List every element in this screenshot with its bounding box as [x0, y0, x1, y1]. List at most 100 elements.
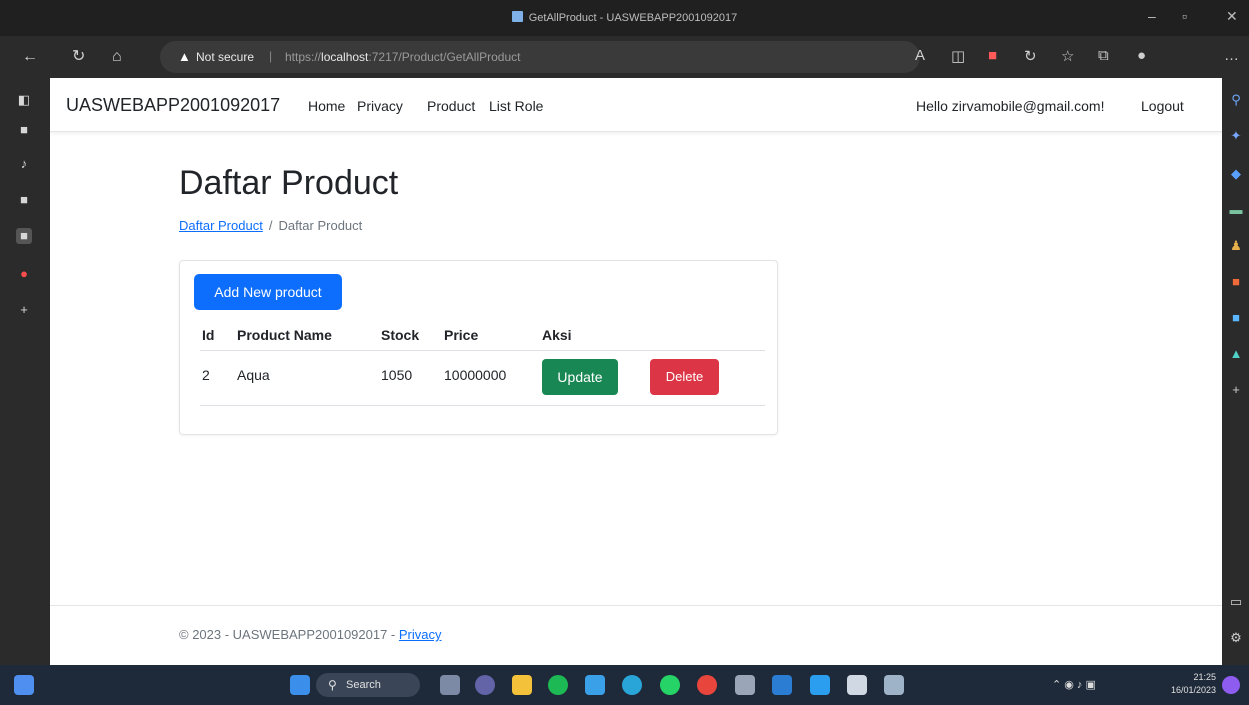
window-title: GetAllProduct - UASWEBAPP2001092017: [0, 11, 1249, 24]
system-tray[interactable]: ⌃ ◉ ♪ ▣: [1052, 678, 1096, 691]
profile-avatar-icon[interactable]: ●: [1137, 47, 1146, 64]
nav-link-list-role[interactable]: List Role: [489, 98, 543, 114]
page-title: Daftar Product: [179, 164, 399, 202]
page-favicon-icon: [511, 11, 523, 22]
edge-sidebar: ⚲ ✦ ◆ ▬ ♟ ■ ■ ▲ + ▭ ⚙: [1222, 78, 1249, 665]
taskbar-search[interactable]: ⚲ Search: [316, 673, 420, 697]
address-separator: |: [269, 49, 273, 63]
tab-page-icon[interactable]: ■: [16, 192, 32, 208]
whatsapp-icon[interactable]: [660, 675, 680, 695]
url-text[interactable]: https://localhost:7217/Product/GetAllPro…: [285, 50, 521, 64]
table-row-divider: [200, 405, 765, 406]
taskbar-clock[interactable]: 21:25 16/01/2023: [1166, 671, 1216, 697]
breadcrumb-separator: /: [268, 218, 273, 233]
chrome-icon[interactable]: [697, 675, 717, 695]
clock-time: 21:25: [1193, 672, 1216, 682]
breadcrumb-link[interactable]: Daftar Product: [179, 218, 263, 233]
hide-sidebar-icon[interactable]: ▭: [1228, 594, 1244, 610]
logout-button[interactable]: Logout: [1141, 98, 1184, 114]
column-header-id: Id: [202, 327, 215, 343]
task-view-icon[interactable]: [440, 675, 460, 695]
favorites-icon[interactable]: ☆: [1061, 47, 1074, 65]
brand-link[interactable]: UASWEBAPP2001092017: [66, 95, 280, 116]
vscode-icon[interactable]: [810, 675, 830, 695]
web-page: UASWEBAPP2001092017 Home Privacy Product…: [50, 78, 1222, 665]
tools-icon[interactable]: ▬: [1228, 202, 1244, 217]
column-header-product-name: Product Name: [237, 327, 332, 343]
edge-icon[interactable]: [622, 675, 642, 695]
new-tab-icon[interactable]: +: [16, 302, 32, 318]
settings-gear-icon[interactable]: ⚙: [1228, 630, 1244, 646]
browser-toolbar: ← ↻ ⌂ ▲ Not secure | https://localhost:7…: [0, 36, 1249, 78]
address-bar[interactable]: ▲ Not secure | https://localhost:7217/Pr…: [160, 41, 920, 73]
user-greeting-link[interactable]: Hello zirvamobile@gmail.com!: [916, 98, 1105, 114]
back-icon[interactable]: ←: [22, 47, 38, 67]
collections-icon[interactable]: ⧉: [1098, 47, 1109, 64]
copilot-icon[interactable]: ✦: [1228, 128, 1244, 144]
outlook-icon[interactable]: ■: [1228, 310, 1244, 325]
games-icon[interactable]: ♟: [1228, 238, 1244, 254]
app-icon[interactable]: [847, 675, 867, 695]
cell-stock: 1050: [381, 367, 413, 383]
column-header-stock: Stock: [381, 327, 420, 343]
nav-link-product[interactable]: Product: [427, 98, 475, 114]
search-icon[interactable]: ⚲: [1228, 92, 1244, 108]
taskbar-search-label: Search: [346, 679, 381, 691]
close-icon[interactable]: ✕: [1226, 8, 1238, 25]
office-icon[interactable]: ■: [1228, 274, 1244, 289]
drop-icon[interactable]: ▲: [1228, 346, 1244, 361]
add-new-product-button[interactable]: Add New product: [194, 274, 342, 310]
tab-page-icon[interactable]: ■: [16, 122, 32, 138]
page-footer: © 2023 - UASWEBAPP2001092017 - Privacy: [50, 605, 1222, 665]
spotify-icon[interactable]: [548, 675, 568, 695]
search-icon: ⚲: [328, 678, 337, 692]
tab-icon[interactable]: ◫: [951, 47, 965, 65]
footer-text: © 2023 - UASWEBAPP2001092017 - Privacy: [179, 627, 442, 642]
column-header-aksi: Aksi: [542, 327, 572, 343]
home-icon[interactable]: ⌂: [112, 47, 122, 67]
minimize-icon[interactable]: –: [1148, 8, 1156, 24]
column-header-price: Price: [444, 327, 479, 343]
app-icon[interactable]: [735, 675, 755, 695]
update-button[interactable]: Update: [542, 359, 618, 395]
read-aloud-icon[interactable]: A: [915, 47, 925, 64]
refresh-extension-icon[interactable]: ↻: [1024, 47, 1037, 65]
breadcrumb-current: Daftar Product: [278, 218, 363, 233]
notepad-icon[interactable]: [585, 675, 605, 695]
app-icon[interactable]: [884, 675, 904, 695]
more-menu-icon[interactable]: …: [1224, 47, 1239, 64]
breadcrumb: Daftar Product / Daftar Product: [179, 218, 362, 233]
windows-taskbar: ⚲ Search ⌃ ◉ ♪ ▣ 21:25 16/01/2023: [0, 665, 1249, 705]
vertical-tabs-sidebar: ◧ ■ ♪ ■ ■ ● +: [0, 78, 50, 665]
warning-icon[interactable]: ▲: [178, 49, 191, 64]
product-card: Add New product Id Product Name Stock Pr…: [179, 260, 778, 435]
add-sidebar-app-icon[interactable]: +: [1228, 382, 1244, 397]
extension-icon[interactable]: ■: [988, 47, 997, 64]
tab-app-icon[interactable]: ●: [16, 266, 32, 282]
tab-active-page-icon[interactable]: ■: [16, 228, 32, 244]
chat-icon[interactable]: [475, 675, 495, 695]
tab-actions-icon[interactable]: ◧: [16, 92, 32, 108]
shopping-tag-icon[interactable]: ◆: [1228, 166, 1244, 182]
maximize-icon[interactable]: ▫: [1182, 8, 1187, 24]
table-header-divider: [200, 350, 765, 351]
nav-link-home[interactable]: Home: [308, 98, 345, 114]
footer-privacy-link[interactable]: Privacy: [399, 627, 442, 642]
security-label[interactable]: Not secure: [196, 50, 254, 64]
cell-price: 10000000: [444, 367, 507, 383]
word-icon[interactable]: [772, 675, 792, 695]
cell-product-name: Aqua: [237, 367, 270, 383]
tab-sound-icon[interactable]: ♪: [16, 156, 32, 172]
clock-date: 16/01/2023: [1170, 685, 1216, 695]
file-explorer-icon[interactable]: [512, 675, 532, 695]
delete-button[interactable]: Delete: [650, 359, 719, 395]
app-navbar: UASWEBAPP2001092017 Home Privacy Product…: [50, 78, 1222, 132]
notification-icon[interactable]: [1222, 676, 1240, 694]
refresh-icon[interactable]: ↻: [72, 47, 85, 67]
footer-copyright: © 2023 - UASWEBAPP2001092017 -: [179, 627, 396, 642]
cell-id: 2: [202, 367, 210, 383]
nav-link-privacy[interactable]: Privacy: [357, 98, 403, 114]
window-titlebar: GetAllProduct - UASWEBAPP2001092017 – ▫ …: [0, 0, 1249, 36]
start-icon[interactable]: [290, 675, 310, 695]
widgets-icon[interactable]: [14, 675, 34, 695]
